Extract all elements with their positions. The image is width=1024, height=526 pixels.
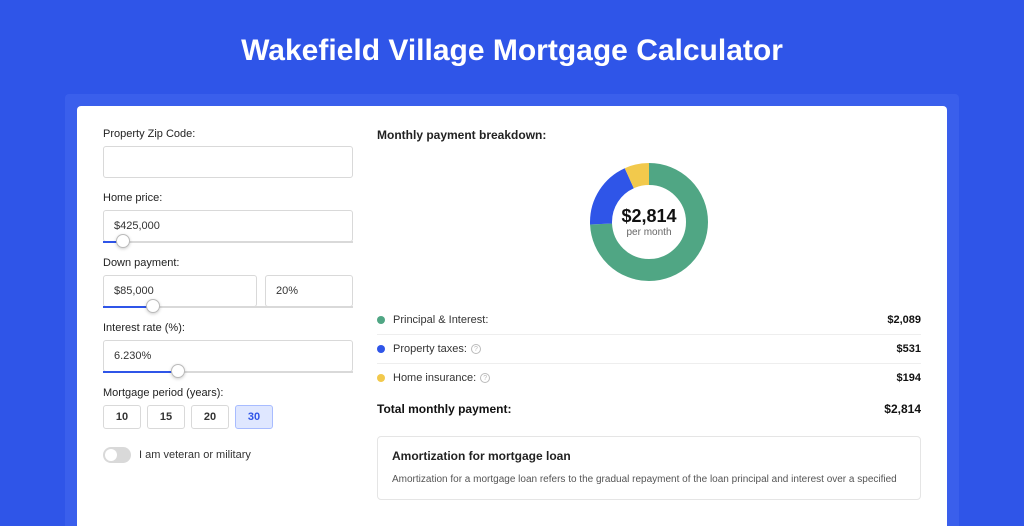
interest-rate-field-group: Interest rate (%): [103,322,353,373]
amortization-text: Amortization for a mortgage loan refers … [392,473,906,487]
total-row: Total monthly payment: $2,814 [377,392,921,432]
info-icon[interactable]: ? [480,373,490,383]
down-payment-slider[interactable] [103,306,353,308]
interest-rate-slider[interactable] [103,371,353,373]
interest-rate-input[interactable] [103,340,353,372]
legend-label-text: Property taxes: [393,343,467,355]
home-price-slider[interactable] [103,241,353,243]
legend-value: $194 [897,372,921,384]
zip-input[interactable] [103,146,353,178]
breakdown-title: Monthly payment breakdown: [377,128,921,142]
donut-amount: $2,814 [621,206,676,227]
card-outer: Property Zip Code: Home price: Down paym… [65,94,959,526]
donut-chart: $2,814 per month [583,156,715,288]
period-button-30[interactable]: 30 [235,405,273,429]
down-payment-percent-input[interactable] [265,275,353,307]
veteran-toggle[interactable] [103,447,131,463]
interest-rate-slider-knob[interactable] [171,364,185,378]
info-icon[interactable]: ? [471,344,481,354]
legend-label: Home insurance:? [393,372,897,384]
amortization-card: Amortization for mortgage loan Amortizat… [377,436,921,500]
veteran-toggle-label: I am veteran or military [139,449,251,461]
period-button-10[interactable]: 10 [103,405,141,429]
period-field-group: Mortgage period (years): 10152030 [103,387,353,429]
zip-field-group: Property Zip Code: [103,128,353,178]
legend-label: Property taxes:? [393,343,897,355]
interest-rate-label: Interest rate (%): [103,322,353,334]
down-payment-amount-input[interactable] [103,275,257,307]
amortization-title: Amortization for mortgage loan [392,449,906,463]
donut-container: $2,814 per month [377,156,921,288]
legend-list: Principal & Interest: $2,089 Property taxe… [377,306,921,392]
zip-label: Property Zip Code: [103,128,353,140]
period-button-15[interactable]: 15 [147,405,185,429]
home-price-label: Home price: [103,192,353,204]
donut-center: $2,814 per month [583,156,715,288]
down-payment-field-group: Down payment: [103,257,353,308]
legend-dot [377,316,385,324]
legend-value: $2,089 [887,314,921,326]
home-price-slider-knob[interactable] [116,234,130,248]
period-button-row: 10152030 [103,405,353,429]
home-price-input[interactable] [103,210,353,242]
period-button-20[interactable]: 20 [191,405,229,429]
form-column: Property Zip Code: Home price: Down paym… [103,128,353,504]
legend-dot [377,345,385,353]
interest-rate-slider-fill [103,371,178,373]
legend-row: Principal & Interest: $2,089 [377,306,921,335]
period-label: Mortgage period (years): [103,387,353,399]
donut-sub: per month [626,227,671,238]
total-value: $2,814 [884,402,921,416]
legend-label: Principal & Interest: [393,314,887,326]
page-title: Wakefield Village Mortgage Calculator [0,0,1024,94]
legend-value: $531 [897,343,921,355]
legend-label-text: Principal & Interest: [393,314,488,326]
legend-dot [377,374,385,382]
home-price-field-group: Home price: [103,192,353,243]
legend-label-text: Home insurance: [393,372,476,384]
legend-row: Home insurance:?$194 [377,364,921,392]
total-label: Total monthly payment: [377,402,884,416]
down-payment-slider-knob[interactable] [146,299,160,313]
calculator-card: Property Zip Code: Home price: Down paym… [77,106,947,526]
veteran-toggle-row: I am veteran or military [103,447,353,463]
legend-row: Property taxes:?$531 [377,335,921,364]
breakdown-column: Monthly payment breakdown: $2,814 per mo… [377,128,921,504]
down-payment-label: Down payment: [103,257,353,269]
